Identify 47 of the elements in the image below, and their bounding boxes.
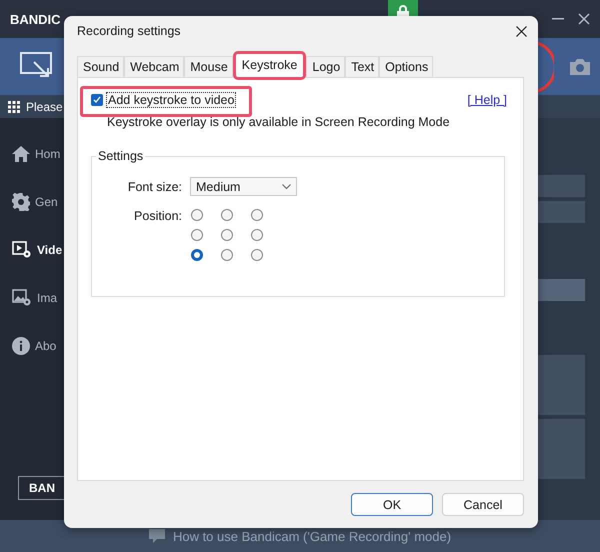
tab[interactable]: Webcam xyxy=(124,56,184,77)
app-logo: BANDIC xyxy=(10,12,61,26)
tab[interactable]: Text xyxy=(345,56,380,77)
chevron-icon xyxy=(282,184,291,190)
position-radio[interactable] xyxy=(221,229,233,241)
position-radio[interactable] xyxy=(251,249,263,261)
position-radio[interactable] xyxy=(191,209,203,221)
sidebar-item[interactable]: Abo xyxy=(0,322,64,370)
group-title: Settings xyxy=(97,149,144,163)
font-size-dropdown[interactable]: Medium xyxy=(190,177,297,196)
lock-button[interactable] xyxy=(388,0,418,16)
dialog-title: Recording settings xyxy=(77,24,182,38)
tab[interactable]: Options xyxy=(379,56,434,77)
chat-icon xyxy=(148,529,165,543)
nav-hint: Please xyxy=(26,100,63,114)
position-radio[interactable] xyxy=(221,249,233,261)
sidebar-item[interactable]: Vide xyxy=(0,226,64,274)
sidebar-item[interactable]: Gen xyxy=(0,178,64,226)
help-link[interactable]: [ Help ] xyxy=(467,93,507,107)
position-radio[interactable] xyxy=(221,209,233,221)
position-radio[interactable] xyxy=(191,229,203,241)
sidebar-item[interactable]: Ima xyxy=(0,274,64,322)
sidebar-item[interactable]: Hom xyxy=(0,130,64,178)
camera-icon[interactable] xyxy=(570,58,590,74)
tab[interactable]: Sound xyxy=(77,56,124,77)
dialog-button[interactable]: Cancel xyxy=(442,493,524,516)
note-text: Keystroke overlay is only available in Screen Recording Mode xyxy=(107,115,451,129)
checkbox-label[interactable]: Add keystroke to video xyxy=(106,92,236,108)
tab[interactable]: Logo xyxy=(306,56,346,77)
info-icon xyxy=(12,337,30,355)
position-label: Position: xyxy=(133,208,182,223)
lock-icon xyxy=(397,5,409,16)
dialog-button[interactable]: OK xyxy=(351,493,433,516)
position-radio[interactable] xyxy=(251,209,263,221)
position-radio[interactable] xyxy=(191,249,203,261)
tab[interactable]: Mouse xyxy=(184,56,233,77)
font-size-label: Font size: xyxy=(126,179,182,194)
image-settings-icon xyxy=(12,289,32,307)
video-settings-icon xyxy=(12,241,32,259)
position-radio[interactable] xyxy=(251,229,263,241)
tab[interactable]: Keystroke xyxy=(234,53,304,78)
close-icon[interactable] xyxy=(578,13,590,25)
grid-icon[interactable] xyxy=(8,100,20,112)
close-icon[interactable] xyxy=(516,26,527,36)
home-icon xyxy=(12,146,30,162)
checkbox[interactable] xyxy=(91,94,103,106)
gear-icon xyxy=(12,193,30,211)
